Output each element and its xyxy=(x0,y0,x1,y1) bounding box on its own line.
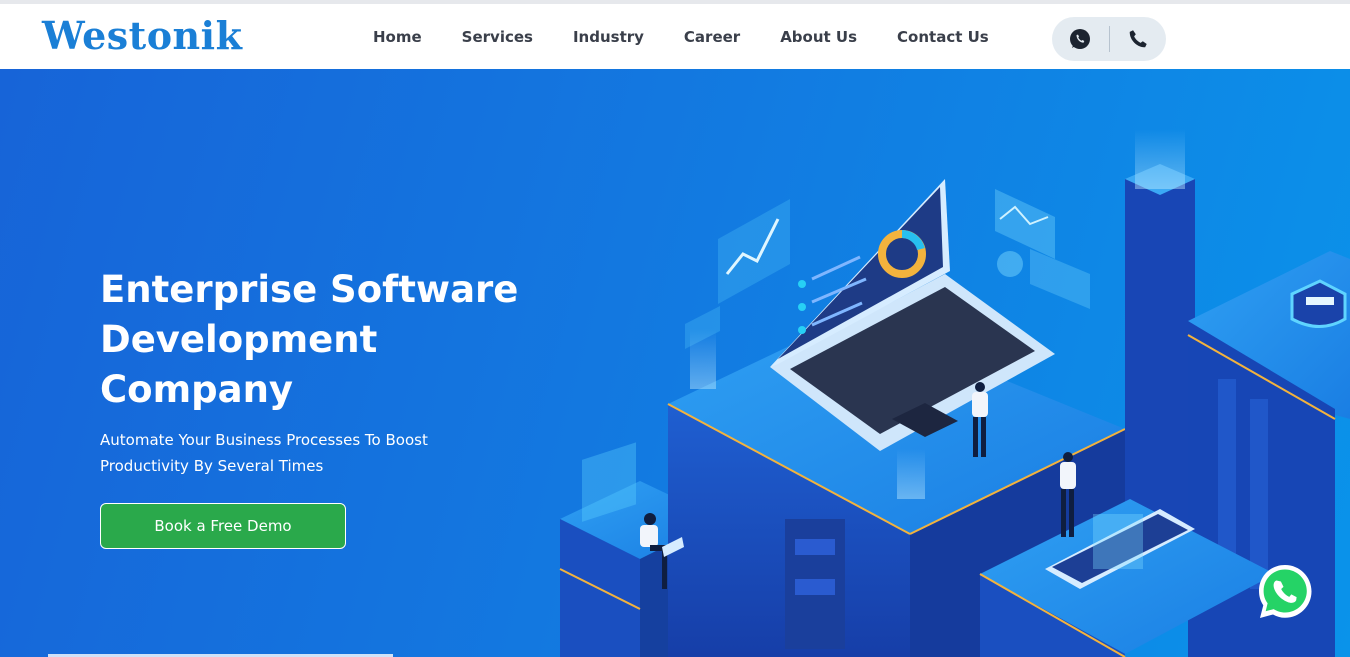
whatsapp-float-button[interactable] xyxy=(1254,561,1316,623)
whatsapp-button[interactable] xyxy=(1052,17,1109,61)
hero-title-line-3: Company xyxy=(100,368,294,411)
phone-icon xyxy=(1129,30,1147,48)
nav-home[interactable]: Home xyxy=(373,28,422,50)
main-nav: Home Services Industry Career About Us C… xyxy=(373,28,1029,50)
logo[interactable]: Westonik xyxy=(42,13,242,58)
nav-about-us[interactable]: About Us xyxy=(780,28,857,50)
contact-pill xyxy=(1052,17,1166,61)
nav-services[interactable]: Services xyxy=(462,28,533,50)
nav-career[interactable]: Career xyxy=(684,28,740,50)
hero-subtitle: Automate Your Business Processes To Boos… xyxy=(100,431,428,475)
hero-title-line-2: Development xyxy=(100,318,378,361)
site-header: Westonik Home Services Industry Career A… xyxy=(0,4,1350,69)
hero-title-line-1: Enterprise Software xyxy=(100,268,519,311)
book-demo-button[interactable]: Book a Free Demo xyxy=(100,503,346,549)
whatsapp-icon xyxy=(1070,29,1091,49)
hero-section: Enterprise Software Development Company … xyxy=(0,69,1350,657)
nav-industry[interactable]: Industry xyxy=(573,28,644,50)
nav-contact-us[interactable]: Contact Us xyxy=(897,28,989,50)
hero-title: Enterprise Software Development Company xyxy=(100,265,540,415)
phone-button[interactable] xyxy=(1109,17,1166,61)
whatsapp-icon xyxy=(1259,565,1312,618)
